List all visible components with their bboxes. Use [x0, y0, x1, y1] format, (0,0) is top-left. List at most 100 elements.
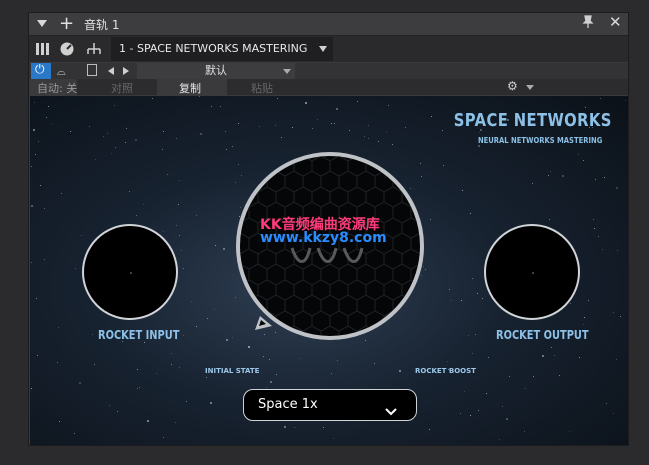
- star-dot: [57, 362, 58, 363]
- pin-icon[interactable]: [582, 15, 594, 33]
- star-dot: [449, 289, 450, 290]
- star-dot: [423, 266, 424, 267]
- star-dot: [470, 415, 471, 416]
- star-dot: [468, 335, 469, 336]
- next-preset-icon[interactable]: [123, 67, 129, 75]
- star-dot: [533, 376, 534, 377]
- star-dot: [220, 106, 221, 107]
- previous-preset-icon[interactable]: [108, 67, 114, 75]
- paste-button[interactable]: 粘贴: [251, 80, 273, 96]
- copy-button[interactable]: 复制: [179, 80, 201, 96]
- star-dot: [215, 245, 216, 246]
- preset-name-dropdown[interactable]: 默认: [137, 63, 295, 79]
- star-dot: [44, 208, 45, 209]
- star-dot: [442, 130, 443, 131]
- automation-button[interactable]: 自动: 关: [37, 80, 77, 96]
- star-dot: [569, 431, 570, 432]
- star-dot: [125, 142, 126, 143]
- star-dot: [616, 187, 618, 189]
- add-icon[interactable]: +: [59, 13, 74, 35]
- star-dot: [226, 339, 228, 341]
- star-dot: [616, 359, 617, 360]
- rack-view-icon[interactable]: [35, 41, 53, 57]
- plugin-panel: SPACE NETWORKS NEURAL NETWORKS MASTERING…: [30, 96, 628, 445]
- star-dot: [210, 402, 212, 404]
- star-dot: [598, 236, 599, 237]
- star-dot: [323, 427, 324, 428]
- star-dot: [52, 124, 53, 125]
- gear-icon[interactable]: ⚙: [507, 79, 518, 93]
- star-dot: [31, 388, 32, 389]
- wave-icon[interactable]: ⌓: [57, 65, 66, 79]
- star-dot: [181, 250, 182, 251]
- star-dot: [171, 364, 172, 365]
- star-dot: [364, 136, 365, 137]
- star-dot: [223, 248, 225, 250]
- star-dot: [225, 131, 226, 132]
- star-dot: [386, 132, 387, 133]
- preset-name-label: 默认: [205, 64, 227, 77]
- star-dot: [179, 180, 180, 181]
- power-icon: ⏻: [35, 62, 45, 76]
- star-dot: [447, 361, 448, 362]
- star-dot: [115, 147, 116, 148]
- close-icon[interactable]: ✕: [609, 13, 622, 31]
- star-dot: [405, 127, 406, 128]
- star-dot: [152, 98, 153, 99]
- star-dot: [143, 204, 144, 205]
- star-dot: [136, 215, 137, 216]
- star-dot: [554, 355, 555, 356]
- star-dot: [431, 116, 432, 117]
- star-dot: [550, 171, 551, 172]
- star-dot: [207, 318, 208, 319]
- knob-view-icon[interactable]: [59, 41, 77, 57]
- star-dot: [109, 405, 110, 406]
- star-dot: [46, 117, 47, 118]
- star-dot: [175, 422, 176, 423]
- document-icon[interactable]: [87, 64, 97, 76]
- star-dot: [176, 225, 177, 226]
- star-dot: [472, 278, 473, 279]
- star-dot: [478, 410, 479, 411]
- star-dot: [475, 334, 476, 335]
- star-dot: [604, 177, 605, 178]
- track-preset-selector[interactable]: 1 - SPACE NETWORKS MASTERING: [111, 37, 333, 61]
- star-dot: [167, 174, 168, 175]
- star-dot: [595, 179, 596, 180]
- star-dot: [420, 163, 421, 164]
- star-dot: [421, 176, 422, 177]
- star-dot: [31, 262, 32, 263]
- star-dot: [462, 190, 463, 191]
- mode-dropdown[interactable]: Space 1x: [243, 389, 417, 421]
- star-dot: [89, 126, 90, 127]
- rocket-input-knob[interactable]: [82, 224, 178, 320]
- watermark-url: www.kkzy8.com: [260, 230, 387, 246]
- star-dot: [486, 393, 487, 394]
- star-dot: [238, 164, 239, 165]
- rocket-output-label: ROCKET OUTPUT: [496, 328, 589, 342]
- routing-icon[interactable]: [85, 41, 103, 57]
- compare-button[interactable]: 对照: [111, 80, 133, 96]
- star-dot: [114, 105, 115, 106]
- star-dot: [162, 149, 163, 150]
- star-dot: [588, 300, 589, 301]
- chevron-down-icon[interactable]: [526, 85, 534, 90]
- star-dot: [137, 388, 138, 389]
- star-dot: [95, 159, 96, 160]
- star-dot: [40, 185, 41, 186]
- star-dot: [472, 353, 473, 354]
- rocket-output-knob[interactable]: [484, 224, 580, 320]
- star-dot: [259, 126, 260, 127]
- star-dot: [126, 128, 127, 129]
- star-dot: [613, 413, 614, 414]
- star-dot: [333, 438, 334, 439]
- star-dot: [107, 133, 108, 134]
- star-dot: [421, 275, 422, 276]
- star-dot: [337, 360, 338, 361]
- star-dot: [524, 431, 525, 432]
- star-dot: [276, 374, 277, 375]
- power-button[interactable]: ⏻: [31, 62, 51, 79]
- collapse-triangle-icon[interactable]: [37, 20, 47, 27]
- star-dot: [211, 106, 212, 107]
- brand-title: SPACE NETWORKS: [453, 110, 612, 131]
